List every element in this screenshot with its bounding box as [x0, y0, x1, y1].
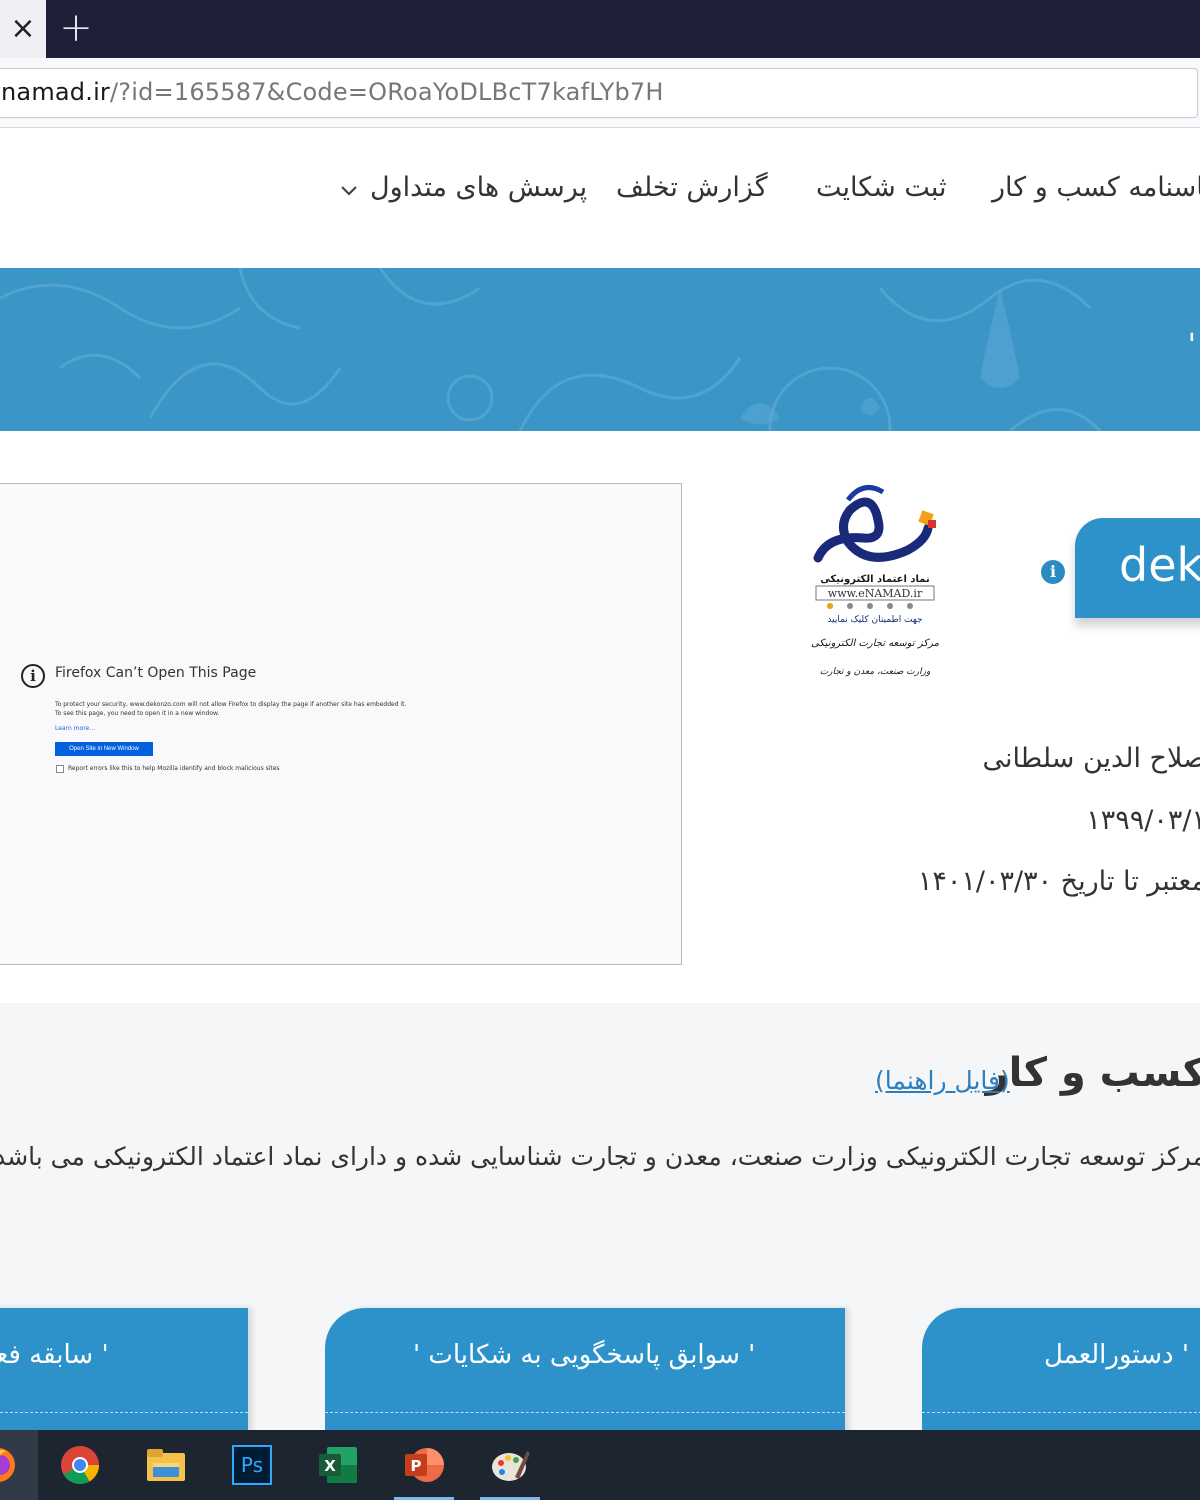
error-line-2: To see this page, you need to open it in… — [55, 710, 220, 717]
issue-date: ۱۳۹۹/۰۳/۱ — [1086, 805, 1200, 836]
valid-until: معتبر تا تاریخ ۱۴۰۱/۰۳/۳۰ — [917, 866, 1200, 897]
site-header: شناسنامه کسب و کار ثبت شکایت گزارش تخلف … — [0, 128, 1200, 268]
card-label: ' سابقه فعا — [0, 1340, 109, 1370]
business-name-card: deko — [1075, 518, 1200, 618]
powerpoint-icon[interactable]: P — [384, 1430, 464, 1500]
banner-title-fragment: ' — [1187, 328, 1196, 363]
seal-line-1: نماد اعتماد الکترونیکی — [820, 574, 930, 585]
new-tab-button[interactable]: + — [56, 6, 96, 50]
powerpoint-label: P — [411, 1457, 422, 1475]
active-tab[interactable]: × — [0, 0, 46, 58]
chevron-down-icon[interactable] — [340, 178, 358, 202]
url-host: namad.ir — [1, 78, 111, 106]
enamad-logo-icon: نماد اعتماد الکترونیکی www.eNAMAD.ir جهت… — [811, 485, 940, 677]
windows-taskbar: Ps X P — [0, 1430, 1200, 1500]
file-explorer-icon[interactable] — [126, 1430, 206, 1500]
card-activity-history[interactable]: ' سابقه فعا — [0, 1308, 248, 1448]
card-divider — [922, 1412, 1200, 1413]
banner-pattern — [0, 268, 1102, 431]
card-label: ' سوابق پاسخگویی به شکایات ' — [413, 1340, 756, 1370]
page-banner: ' — [0, 268, 1200, 431]
photoshop-icon[interactable]: Ps — [212, 1430, 292, 1500]
url-path: /?id=165587&Code=ORoaYoDLBcT7kafLYb7H — [110, 78, 664, 106]
open-in-new-window-button[interactable]: Open Site in New Window — [55, 742, 153, 756]
business-name: deko — [1119, 538, 1200, 592]
firefox-icon[interactable] — [0, 1430, 38, 1500]
chrome-icon[interactable] — [40, 1430, 120, 1500]
excel-label: X — [324, 1457, 336, 1475]
enamad-seal[interactable]: نماد اعتماد الکترونیکی www.eNAMAD.ir جهت… — [808, 480, 943, 685]
section-description: مرکز توسعه تجارت الکترونیکی وزارت صنعت، … — [0, 1142, 1200, 1171]
info-icon[interactable]: i — [1041, 560, 1065, 584]
guide-file-link[interactable]: (فایل راهنما) — [875, 1066, 1010, 1095]
report-errors-label: Report errors like this to help Mozilla … — [68, 765, 280, 772]
section-title: کسب و کار — [985, 1050, 1200, 1096]
card-divider — [0, 1412, 248, 1413]
excel-icon[interactable]: X — [298, 1430, 378, 1500]
report-errors-checkbox[interactable] — [56, 765, 64, 773]
seal-line-2: www.eNAMAD.ir — [828, 587, 923, 600]
card-label: ' دستورالعمل — [1044, 1340, 1190, 1370]
nav-business-profile[interactable]: شناسنامه کسب و کار — [992, 172, 1200, 203]
nav-faq[interactable]: پرسش های متداول — [370, 172, 587, 203]
card-divider — [325, 1412, 845, 1413]
card-complaint-response-history[interactable]: ' سوابق پاسخگویی به شکایات ' — [325, 1308, 845, 1448]
seal-line-3: جهت اطمینان کلیک نمایید — [827, 615, 922, 625]
seal-line-4: مرکز توسعه تجارت الکترونیکی — [811, 638, 940, 649]
browser-nav-bar: namad.ir/?id=165587&Code=ORoaYoDLBcT7kaf… — [0, 58, 1200, 128]
embedded-site-frame: i Firefox Can’t Open This Page To protec… — [0, 483, 682, 965]
photoshop-label: Ps — [241, 1453, 263, 1477]
close-tab-icon[interactable]: × — [10, 14, 35, 44]
info-circle-icon: i — [21, 664, 45, 688]
learn-more-link[interactable]: Learn more… — [55, 725, 95, 732]
owner-name: صلاح الدین سلطانی — [982, 743, 1200, 774]
seal-line-5: وزارت صنعت، معدن و تجارت — [820, 667, 931, 677]
nav-report-violation[interactable]: گزارش تخلف — [616, 172, 768, 203]
screen: × + namad.ir/?id=165587&Code=ORoaYoDLBcT… — [0, 0, 1200, 1500]
card-code-of-conduct[interactable]: ' دستورالعمل — [922, 1308, 1200, 1448]
error-message: To protect your security, www.dekonzo.co… — [55, 700, 406, 718]
url-text: namad.ir/?id=165587&Code=ORoaYoDLBcT7kaf… — [1, 78, 664, 106]
browser-tab-bar: × + — [0, 0, 1200, 58]
error-line-1: To protect your security, www.dekonzo.co… — [55, 701, 407, 708]
paint-icon[interactable] — [470, 1430, 550, 1500]
nav-register-complaint[interactable]: ثبت شکایت — [816, 172, 947, 203]
error-title: Firefox Can’t Open This Page — [55, 665, 257, 681]
address-bar[interactable]: namad.ir/?id=165587&Code=ORoaYoDLBcT7kaf… — [0, 68, 1198, 118]
